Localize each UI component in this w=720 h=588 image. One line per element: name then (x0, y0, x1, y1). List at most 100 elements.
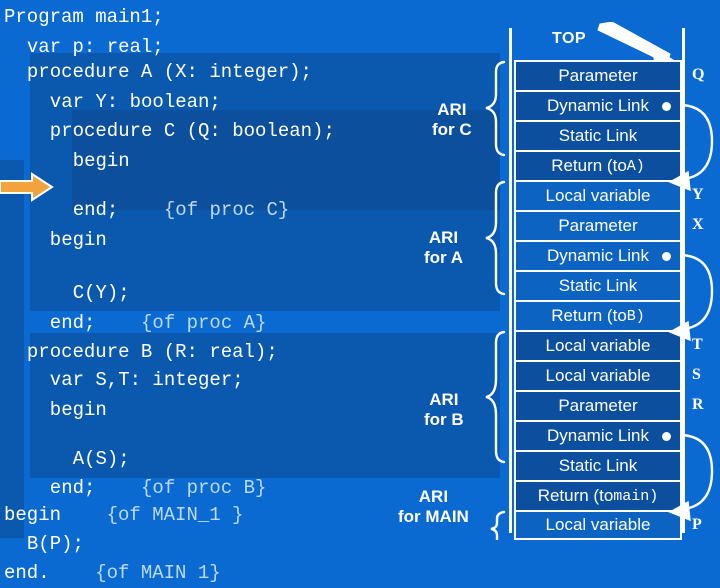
stack-slot[interactable]: Parameter (514, 60, 682, 90)
ari-label-line2: for MAIN (398, 507, 469, 526)
code-line-gap (118, 199, 164, 221)
stack-slot-label: Parameter (558, 216, 638, 235)
code-comment: {of proc A} (141, 312, 267, 334)
stack-slot[interactable]: Return (to main) (514, 480, 682, 510)
stack-slot[interactable]: Static Link (514, 270, 682, 300)
ari-label-line2: for A (424, 248, 464, 267)
dynamic-link-dot-icon (662, 432, 671, 441)
dynamic-link-dot-icon (662, 102, 671, 111)
stack-slot-variable: Q (692, 66, 705, 83)
stack-slot[interactable]: Return (to B) (514, 300, 682, 330)
stack-slot[interactable]: Dynamic Link (514, 240, 682, 270)
code-comment: {of MAIN_1 } (106, 504, 244, 526)
stack-slot-label: Return (to (551, 306, 627, 325)
code-line-text: B(P); (26, 533, 84, 555)
code-line-text: var S,T: integer; (49, 369, 244, 391)
stack-slot-label: Dynamic Link (546, 96, 650, 115)
stack-slot-label: Local variable (545, 366, 651, 385)
stack-slot[interactable]: Return (to A) (514, 150, 682, 180)
code-line: var Y: boolean; (50, 87, 221, 117)
code-line-text: begin (49, 399, 107, 421)
ari-label: ARI for B (424, 390, 464, 430)
ari-label: ARI for MAIN (398, 487, 469, 527)
stack-slot-variable: P (692, 516, 702, 533)
stack-slot[interactable]: Local variable (514, 510, 682, 540)
code-line-text: end; (72, 199, 119, 221)
code-line: begin (50, 395, 107, 425)
code-line: procedure A (X: integer); (27, 57, 312, 87)
code-line: C(Y); (73, 278, 130, 308)
stack-slot-label: Dynamic Link (546, 426, 650, 445)
code-line: procedure B (R: real); (27, 337, 278, 367)
stack-slot[interactable]: Static Link (514, 450, 682, 480)
stack-slot-label: Static Link (558, 126, 638, 145)
stack-top-label: TOP (552, 30, 587, 47)
stack-rows: Parameter Dynamic Link Static Link Return (… (514, 60, 682, 540)
stack-slot-label: Static Link (558, 456, 638, 475)
code-comment: {of MAIN 1} (95, 562, 221, 584)
stack-slot-variable: R (692, 396, 704, 413)
code-line-text: var Y: boolean; (49, 91, 221, 113)
stack-slot-label: Dynamic Link (546, 246, 650, 265)
ari-label-line1: ARI (428, 228, 459, 247)
execution-pointer-arrow (0, 172, 54, 202)
stack-slot-label: Local variable (545, 336, 651, 355)
code-line-text: begin (72, 150, 130, 172)
code-line-text: A(S); (72, 448, 130, 470)
code-line: begin (50, 225, 107, 255)
code-line: B(P); (27, 529, 84, 559)
stack-slot[interactable]: Local variable (514, 180, 682, 210)
stack-slot[interactable]: Dynamic Link (514, 90, 682, 120)
stack-slot-target: A) (626, 157, 645, 175)
code-line: begin (73, 146, 130, 176)
stack-slot-label: Local variable (545, 515, 651, 534)
code-line: Program main1; (4, 2, 164, 32)
code-line: var S,T: integer; (50, 365, 244, 395)
stack-slot-label: Local variable (545, 186, 651, 205)
dynamic-link-dot-icon (662, 252, 671, 261)
stack-slot[interactable]: Local variable (514, 360, 682, 390)
stack-slot[interactable]: Local variable (514, 330, 682, 360)
code-line-text: end; (49, 312, 96, 334)
code-line: end. {of MAIN 1} (4, 558, 221, 588)
stack-slot[interactable]: Static Link (514, 120, 682, 150)
ari-label-line1: ARI (437, 100, 467, 119)
ari-label: ARI for C (432, 100, 472, 140)
stack-slot-label: Return (to (551, 156, 627, 175)
code-line-text: Program main1; (4, 6, 164, 28)
stack-right-rail (682, 28, 685, 533)
stack-slot-label: Return (to (537, 486, 614, 505)
source-code-panel: Program main1; var p: real; procedure A (X… (0, 0, 500, 584)
stack-slot-label: Parameter (558, 396, 638, 415)
stack-slot[interactable]: Dynamic Link (514, 420, 682, 450)
stack-activation-records-slide: Program main1; var p: real; procedure A (X… (0, 0, 720, 584)
code-line-text: procedure C (Q: boolean); (49, 120, 335, 142)
stack-slot-label: Parameter (558, 66, 638, 85)
code-line-gap (61, 504, 107, 526)
code-line-text: begin (49, 229, 107, 251)
code-line-text: end; (49, 477, 96, 499)
stack-slot[interactable]: Parameter (514, 210, 682, 240)
pointer-arrow-icon (597, 22, 674, 62)
stack-left-rail (509, 28, 512, 533)
code-line-text: procedure B (R: real); (26, 341, 278, 363)
stack-slot-variable: S (692, 366, 701, 383)
code-line: end; {of proc B} (50, 473, 267, 503)
code-line: procedure C (Q: boolean); (50, 116, 335, 146)
ari-label-line1: ARI (418, 487, 449, 506)
stack-slot-target: B) (626, 307, 645, 325)
code-line-text: C(Y); (72, 282, 130, 304)
code-line: A(S); (73, 444, 130, 474)
stack-slot-variable: X (692, 216, 704, 233)
code-line-text: procedure A (X: integer); (26, 61, 312, 83)
code-comment: {of proc C} (163, 199, 290, 221)
ari-label-line2: for B (424, 410, 464, 429)
stack-slot[interactable]: Parameter (514, 390, 682, 420)
code-comment: {of proc B} (141, 477, 267, 499)
code-line: end; {of proc A} (50, 308, 267, 338)
code-line-gap (95, 312, 141, 334)
ari-label-line1: ARI (429, 390, 459, 409)
code-line-text: end. (4, 562, 50, 584)
code-line: end; {of proc C} (73, 195, 290, 225)
stack-slot-label: Static Link (558, 276, 638, 295)
